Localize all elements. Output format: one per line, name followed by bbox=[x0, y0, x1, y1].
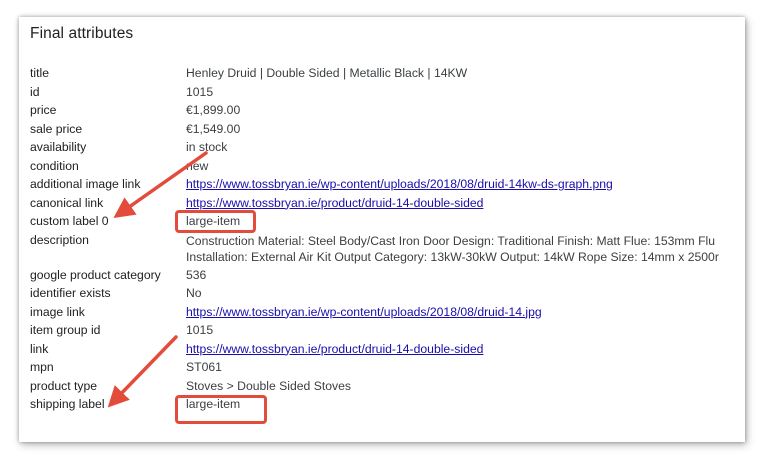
attribute-value: https://www.tossbryan.ie/product/druid-1… bbox=[186, 342, 745, 356]
description-line: Construction Material: Steel Body/Cast I… bbox=[186, 233, 716, 248]
attribute-value: 536 bbox=[186, 267, 207, 282]
attribute-key: condition bbox=[30, 158, 79, 173]
attribute-link[interactable]: https://www.tossbryan.ie/product/druid-1… bbox=[186, 342, 483, 356]
attribute-value: €1,549.00 bbox=[186, 121, 241, 136]
attribute-value: new bbox=[186, 158, 209, 173]
attribute-key: link bbox=[30, 341, 49, 356]
attribute-key: product type bbox=[30, 378, 98, 393]
description-line: Installation: External Air Kit Output Ca… bbox=[186, 249, 719, 264]
attribute-key: additional image link bbox=[30, 177, 141, 191]
attribute-key: availability bbox=[30, 140, 87, 154]
attribute-key: id bbox=[30, 84, 40, 99]
attribute-link[interactable]: https://www.tossbryan.ie/product/druid-1… bbox=[186, 196, 483, 210]
shipping-label-highlight-box bbox=[175, 395, 267, 424]
attribute-key: canonical link bbox=[30, 195, 104, 210]
attribute-value: large-item bbox=[186, 397, 241, 411]
attribute-value: €1,899.00 bbox=[186, 103, 241, 117]
attribute-key: price bbox=[30, 103, 57, 117]
attribute-key: description bbox=[30, 232, 89, 247]
attribute-value: Henley Druid | Double Sided | Metallic B… bbox=[186, 66, 468, 80]
attribute-value: 1015 bbox=[186, 323, 214, 337]
attribute-link[interactable]: https://www.tossbryan.ie/wp-content/uplo… bbox=[186, 305, 542, 319]
attribute-key: shipping label bbox=[30, 397, 105, 411]
panel-title: Final attributes bbox=[30, 25, 134, 42]
attribute-value: https://www.tossbryan.ie/wp-content/uplo… bbox=[186, 177, 745, 191]
attribute-key: sale price bbox=[30, 121, 83, 136]
attribute-value: 1015 bbox=[186, 84, 214, 99]
attribute-value: ST061 bbox=[186, 360, 222, 374]
attribute-key: custom label 0 bbox=[30, 214, 109, 228]
attribute-link[interactable]: https://www.tossbryan.ie/wp-content/uplo… bbox=[186, 177, 613, 191]
attribute-value: https://www.tossbryan.ie/product/druid-1… bbox=[186, 196, 745, 210]
attribute-key: item group id bbox=[30, 323, 101, 337]
attribute-key: mpn bbox=[30, 360, 54, 374]
attribute-value: Construction Material: Steel Body/Cast I… bbox=[186, 233, 745, 265]
attribute-value: in stock bbox=[186, 140, 228, 154]
attribute-value: large-item bbox=[186, 214, 241, 228]
attribute-key: image link bbox=[30, 304, 85, 319]
attribute-value: Stoves > Double Sided Stoves bbox=[186, 378, 351, 393]
final-attributes-panel: Final attributes title Henley Druid | Dou… bbox=[19, 17, 745, 442]
attribute-key: title bbox=[30, 66, 49, 80]
custom-label-highlight-box bbox=[175, 210, 256, 233]
attribute-key: identifier exists bbox=[30, 286, 111, 300]
attribute-key: google product category bbox=[30, 267, 161, 282]
attribute-value: https://www.tossbryan.ie/wp-content/uplo… bbox=[186, 305, 745, 319]
attribute-value: No bbox=[186, 286, 202, 300]
